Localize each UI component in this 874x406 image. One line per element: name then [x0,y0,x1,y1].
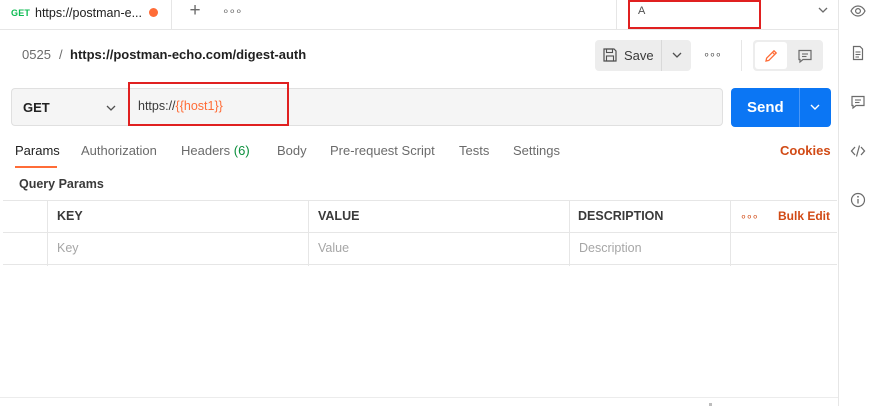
divider [0,397,838,398]
save-button[interactable]: Save [595,40,662,71]
request-tab[interactable]: GET https://postman-e... [0,0,172,30]
chevron-down-icon[interactable] [671,49,683,61]
breadcrumb-separator: / [59,47,63,62]
cookies-link[interactable]: Cookies [780,143,831,158]
tab-title: https://postman-e... [35,6,142,20]
tab-settings[interactable]: Settings [513,143,560,158]
column-header-key: KEY [57,209,83,223]
tab-tests[interactable]: Tests [459,143,489,158]
plus-icon[interactable]: + [186,1,204,22]
method-label: GET [23,100,50,115]
environment-select[interactable]: A [628,0,761,29]
column-header-description: DESCRIPTION [578,209,664,223]
description-input[interactable]: Description [579,241,642,255]
tab-pre-request-script[interactable]: Pre-request Script [330,143,435,158]
save-button-group: Save [595,40,691,71]
unsaved-dot-icon [149,8,158,17]
value-input[interactable]: Value [318,241,349,255]
chevron-down-icon[interactable] [817,4,829,16]
edit-mode-button[interactable] [755,42,787,69]
more-actions-icon[interactable]: ∘∘∘ [700,49,724,61]
tab-body[interactable]: Body [277,143,307,158]
collection-breadcrumb[interactable]: 0525 [22,47,51,62]
comment-icon [798,49,812,64]
chevron-down-icon[interactable] [809,101,821,113]
eye-icon[interactable] [850,3,866,19]
right-sidebar [838,0,874,406]
environment-value: A [638,5,646,17]
divider [799,88,800,127]
key-input[interactable]: Key [57,241,79,255]
query-params-title: Query Params [19,177,104,191]
more-horizontal-icon[interactable]: ∘∘∘ [740,210,759,223]
send-button[interactable]: Send [747,99,784,116]
more-horizontal-icon[interactable]: ∘∘∘ [222,4,243,18]
bulk-edit-link[interactable]: Bulk Edit [778,209,830,223]
tab-authorization[interactable]: Authorization [81,143,157,158]
info-icon[interactable] [850,192,866,208]
tab-params[interactable]: Params [15,143,60,158]
table-row [3,232,837,265]
view-mode-toggle [753,40,823,71]
table-header-row [3,200,837,233]
divider [730,200,731,266]
comment-icon[interactable] [850,94,866,110]
document-icon[interactable] [850,45,866,61]
pencil-icon [765,49,778,62]
floppy-disk-icon [603,48,617,62]
divider [47,200,48,266]
url-highlight-box [128,82,289,126]
method-select[interactable]: GET [11,88,129,126]
tab-bar: GET https://postman-e... + ∘∘∘ A [0,0,838,30]
tab-method-badge: GET [11,8,31,18]
divider [569,200,570,266]
chevron-down-icon [106,105,116,111]
divider [661,40,662,71]
comment-mode-button[interactable] [789,42,821,69]
save-label: Save [624,48,654,63]
column-header-value: VALUE [318,209,360,223]
divider [308,200,309,266]
request-name[interactable]: https://postman-echo.com/digest-auth [70,47,306,62]
code-icon[interactable] [850,143,866,159]
active-tab-indicator [15,166,57,168]
divider [616,0,617,30]
divider [741,40,742,71]
send-button-group: Send [731,88,831,127]
tab-headers-label: Headers [181,143,231,158]
tab-headers[interactable]: Headers (6) [181,143,250,158]
headers-count-badge: (6) [233,143,250,158]
params-table [3,200,837,266]
